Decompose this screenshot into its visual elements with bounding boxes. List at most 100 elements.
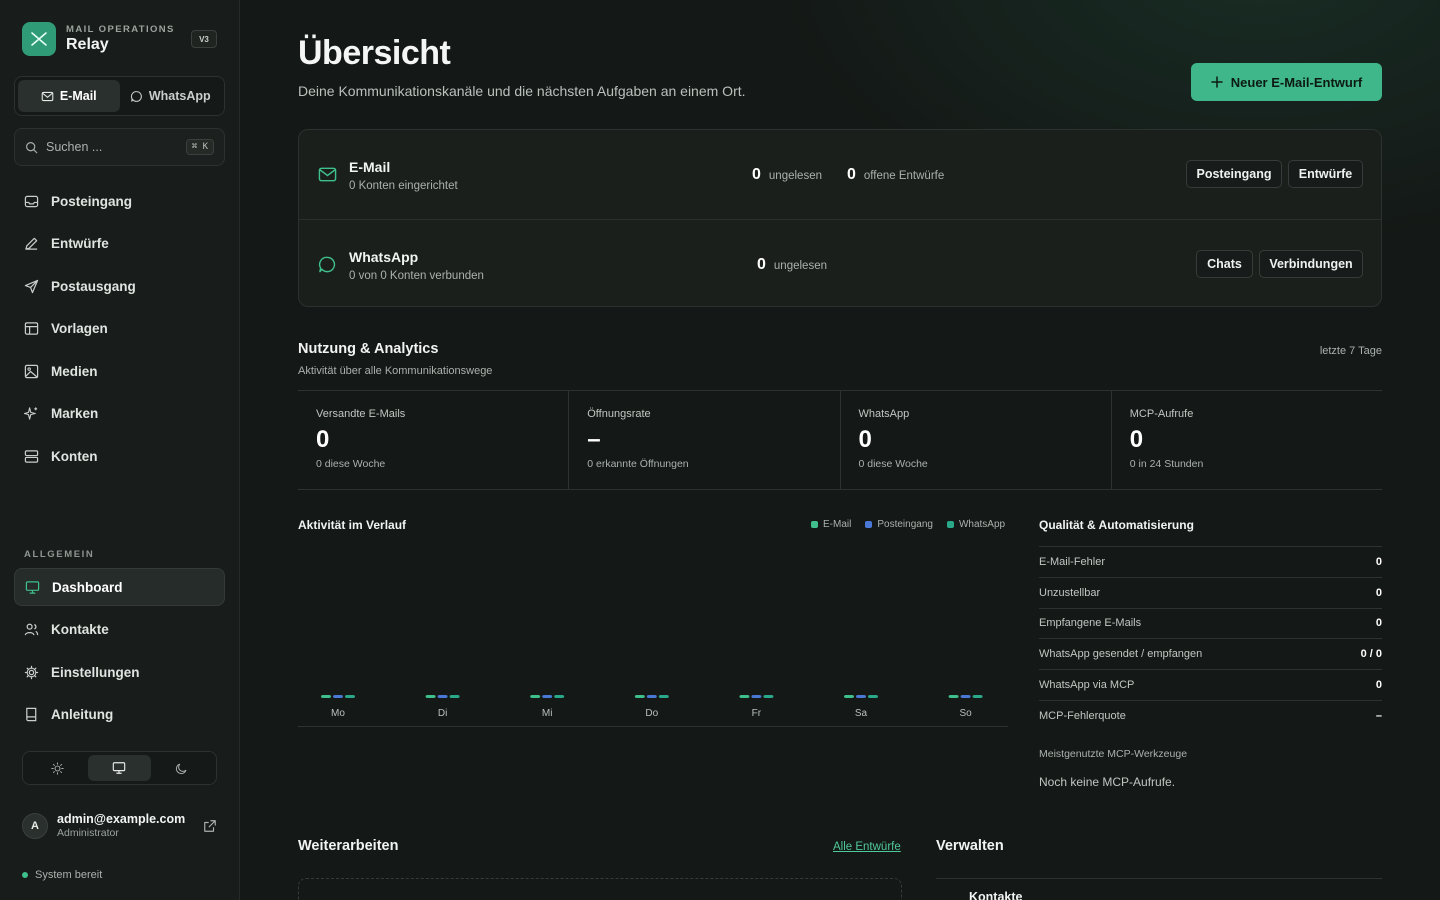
chat-bubble-icon — [130, 90, 142, 102]
x-tick-label: Fr — [752, 708, 762, 719]
page-title: Übersicht — [298, 34, 451, 72]
theme-system-button[interactable] — [88, 755, 151, 781]
channel-whatsapp-label: WhatsApp — [148, 89, 211, 103]
kpi-value: 0 — [316, 426, 330, 453]
send-icon — [24, 279, 39, 293]
stat-label: offene Entwürfe — [863, 170, 945, 182]
nav-item-medien[interactable]: Medien — [14, 352, 225, 390]
kpi-value: 0 — [1129, 426, 1144, 453]
nav-item-marken[interactable]: Marken — [14, 395, 225, 433]
version-badge: V3 — [191, 30, 217, 48]
all-drafts-link[interactable]: Alle Entwürfe — [833, 841, 901, 853]
channel-whatsapp-button[interactable]: WhatsApp — [120, 80, 222, 112]
x-tick-label: Di — [438, 708, 447, 719]
analytics-subtitle: Aktivität über alle Kommunikationswege — [298, 365, 493, 377]
legend-swatch — [946, 521, 954, 528]
gear-icon — [24, 665, 39, 679]
chart-bar — [948, 695, 959, 698]
brand[interactable]: MAIL OPERATIONS Relay — [22, 22, 175, 56]
nav-label: Postausgang — [51, 278, 136, 294]
kpi-sub: 0 diese Woche — [858, 458, 928, 470]
kpi-sub: 0 erkannte Öffnungen — [587, 458, 689, 470]
nav-item-konten[interactable]: Konten — [14, 438, 225, 476]
quality-value: 0 — [1375, 586, 1382, 599]
channel-row-whatsapp: WhatsApp 0 von 0 Konten verbunden 0 unge… — [299, 219, 1381, 307]
quality-row: WhatsApp via MCP 0 — [1039, 670, 1382, 701]
external-link-icon[interactable] — [203, 819, 217, 833]
book-icon — [26, 708, 37, 722]
nav-label: Entwürfe — [51, 236, 109, 252]
server-icon — [24, 450, 39, 463]
nav-item-anleitung[interactable]: Anleitung — [14, 696, 225, 734]
quality-row: E-Mail-Fehler 0 — [1039, 547, 1382, 578]
general-nav: Dashboard Kontakte Einstellungen Anleitu… — [14, 568, 225, 738]
x-tick-label: So — [959, 708, 972, 719]
theme-light-button[interactable] — [26, 755, 88, 781]
search-input[interactable]: Suchen ... ⌘ K — [14, 128, 225, 166]
chat-bubble-icon — [318, 256, 336, 273]
nav-item-vorlagen[interactable]: Vorlagen — [14, 310, 225, 348]
user-profile[interactable]: A admin@example.com Administrator — [22, 812, 217, 839]
nav-item-einstellungen[interactable]: Einstellungen — [14, 653, 225, 691]
legend-label: WhatsApp — [958, 519, 1006, 530]
users-icon — [24, 623, 39, 636]
kpi-mcp-calls: MCP-Aufrufe 0 0 in 24 Stunden — [1112, 391, 1382, 489]
legend-swatch — [811, 521, 818, 528]
pencil-icon — [25, 237, 38, 250]
verbindungen-button[interactable]: Verbindungen — [1259, 250, 1363, 278]
mail-icon — [318, 167, 337, 182]
analytics-title: Nutzung & Analytics — [298, 341, 439, 357]
chart-bar — [972, 695, 983, 698]
nav-item-posteingang[interactable]: Posteingang — [14, 182, 225, 220]
channel-row-email: E-Mail 0 Konten eingerichtet 0 ungelesen… — [299, 130, 1381, 218]
quality-label: WhatsApp via MCP — [1039, 679, 1135, 692]
new-email-draft-button[interactable]: Neuer E-Mail-Entwurf — [1191, 63, 1382, 101]
quality-title: Qualität & Automatisierung — [1039, 518, 1194, 532]
nav-item-kontakte[interactable]: Kontakte — [14, 611, 225, 649]
entwuerfe-button[interactable]: Entwürfe — [1288, 160, 1363, 188]
theme-switch — [22, 751, 217, 785]
nav-label: Posteingang — [51, 193, 133, 209]
channel-switch: E-Mail WhatsApp — [14, 76, 225, 116]
chart-bar — [856, 695, 866, 698]
posteingang-button[interactable]: Posteingang — [1186, 160, 1282, 188]
activity-chart: Mo Di Mi Do Fr Sa So — [298, 695, 1008, 727]
nav-item-entwuerfe[interactable]: Entwürfe — [14, 225, 225, 263]
kpi-label: MCP-Aufrufe — [1129, 408, 1194, 420]
analytics-range[interactable]: letzte 7 Tage — [1320, 345, 1382, 357]
nav-item-postausgang[interactable]: Postausgang — [14, 267, 225, 305]
channel-sub: 0 Konten eingerichtet — [349, 180, 458, 192]
search-shortcut: ⌘ K — [185, 139, 214, 155]
quality-label: MCP-Fehlerquote — [1039, 710, 1126, 723]
kpi-label: Versandte E-Mails — [316, 408, 406, 420]
manage-divider — [936, 878, 1382, 879]
kpi-whatsapp: WhatsApp 0 0 diese Woche — [841, 391, 1112, 489]
quality-row: MCP-Fehlerquote – — [1039, 701, 1382, 732]
mcp-tools-title: Meistgenutzte MCP-Werkzeuge — [1039, 748, 1188, 760]
nav-label: Einstellungen — [51, 664, 140, 680]
theme-dark-button[interactable] — [151, 755, 213, 781]
kpi-value: 0 — [858, 426, 872, 453]
channel-name: E-Mail — [349, 159, 391, 175]
chats-button[interactable]: Chats — [1196, 250, 1253, 278]
user-email: admin@example.com — [57, 812, 186, 826]
quality-list: E-Mail-Fehler 0 Unzustellbar 0 Empfangen… — [1039, 546, 1382, 732]
stat-label: ungelesen — [773, 260, 827, 272]
email-unread-stat: 0 ungelesen — [752, 166, 822, 184]
channel-email-button[interactable]: E-Mail — [18, 80, 120, 112]
quality-label: Unzustellbar — [1039, 586, 1101, 599]
chart-bar — [868, 695, 878, 698]
chart-bar — [542, 695, 553, 698]
nav-item-dashboard[interactable]: Dashboard — [14, 568, 225, 606]
kpi-row: Versandte E-Mails 0 0 diese Woche Öffnun… — [298, 390, 1382, 490]
manage-item-kontakte[interactable]: Kontakte — [969, 890, 1022, 900]
email-drafts-stat: 0 offene Entwürfe — [847, 166, 944, 184]
chart-bar — [658, 695, 669, 698]
whatsapp-unread-stat: 0 ungelesen — [757, 256, 827, 274]
nav-label: Anleitung — [51, 707, 114, 723]
quality-label: E-Mail-Fehler — [1039, 555, 1106, 568]
chart-bar — [960, 695, 971, 698]
status-dot — [22, 872, 28, 878]
stat-value: 0 — [752, 166, 761, 183]
monitor-icon — [25, 580, 40, 594]
